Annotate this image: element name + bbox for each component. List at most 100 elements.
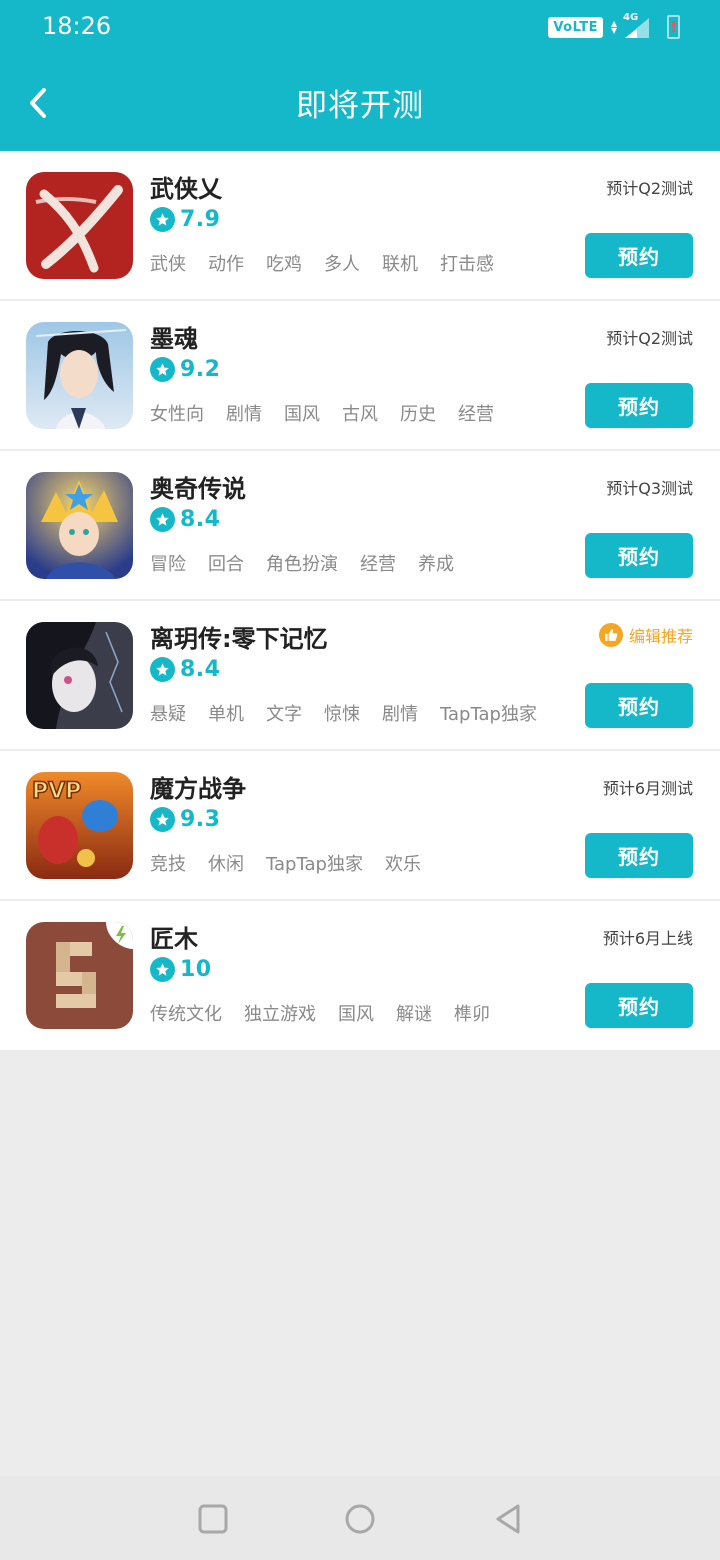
- tag[interactable]: 单机: [208, 700, 244, 726]
- tag-list: 武侠 动作 吃鸡 多人 联机 打击感: [150, 250, 494, 276]
- game-list: 武侠乂 7.9 武侠 动作 吃鸡 多人 联机 打击感 预计Q2测试 预约 墨魂 …: [0, 151, 720, 1050]
- tag[interactable]: 养成: [418, 550, 454, 576]
- triangle-back-icon: [496, 1504, 520, 1534]
- game-name: 奥奇传说: [150, 475, 246, 503]
- thumbs-up-icon: [598, 623, 623, 647]
- tag[interactable]: 古风: [342, 400, 378, 426]
- reserve-button[interactable]: 预约: [585, 533, 693, 578]
- rating-score: 9.3: [180, 807, 221, 832]
- tag[interactable]: 联机: [382, 250, 418, 276]
- tag[interactable]: 剧情: [226, 400, 262, 426]
- game-icon: [26, 322, 133, 429]
- tag-list: 冒险 回合 角色扮演 经营 养成: [150, 550, 454, 576]
- tag[interactable]: 休闲: [208, 850, 244, 876]
- recents-button[interactable]: [196, 1502, 230, 1536]
- star-icon: [150, 957, 175, 982]
- game-name: 墨魂: [150, 325, 198, 353]
- tag[interactable]: 悬疑: [150, 700, 186, 726]
- square-icon: [198, 1504, 228, 1534]
- tag-list: 传统文化 独立游戏 国风 解谜 榫卯: [150, 1000, 490, 1026]
- star-icon: [150, 357, 175, 382]
- list-item[interactable]: 离玥传:零下记忆 8.4 悬疑 单机 文字 惊悚 剧情 TapTap独家 编辑推…: [0, 601, 720, 751]
- rating: 9.2: [150, 357, 220, 382]
- rating-score: 8.4: [180, 507, 221, 532]
- signal-icon: ▴ ▾ 4G: [611, 12, 651, 40]
- tag[interactable]: 惊悚: [324, 700, 360, 726]
- tag[interactable]: 国风: [338, 1000, 374, 1026]
- system-nav-bar: [0, 1476, 720, 1560]
- reserve-button[interactable]: 预约: [585, 383, 693, 428]
- game-name: 离玥传:零下记忆: [150, 625, 328, 653]
- tag[interactable]: 独立游戏: [244, 1000, 316, 1026]
- list-item[interactable]: 匠木 10 传统文化 独立游戏 国风 解谜 榫卯 预计6月上线 预约: [0, 901, 720, 1050]
- reserve-button[interactable]: 预约: [585, 833, 693, 878]
- star-icon: [150, 657, 175, 682]
- tag[interactable]: 动作: [208, 250, 244, 276]
- test-schedule: 预计6月测试: [602, 779, 693, 798]
- tag-list: 女性向 剧情 国风 古风 历史 经营: [150, 400, 494, 426]
- tag[interactable]: 冒险: [150, 550, 186, 576]
- tag[interactable]: 欢乐: [385, 850, 421, 876]
- star-icon: [150, 207, 175, 232]
- star-icon: [150, 807, 175, 832]
- home-button[interactable]: [343, 1502, 377, 1536]
- reserve-button[interactable]: 预约: [585, 233, 693, 278]
- rating-score: 7.9: [180, 207, 221, 232]
- test-schedule: 预计Q3测试: [606, 479, 693, 498]
- game-name: 魔方战争: [150, 775, 246, 803]
- rating: 9.3: [150, 807, 220, 832]
- tag[interactable]: 角色扮演: [266, 550, 338, 576]
- recommend-label: 编辑推荐: [628, 627, 693, 646]
- tag[interactable]: TapTap独家: [266, 850, 363, 876]
- tag[interactable]: 女性向: [150, 400, 204, 426]
- tag[interactable]: 竞技: [150, 850, 186, 876]
- tag[interactable]: 国风: [284, 400, 320, 426]
- rating-score: 8.4: [180, 657, 221, 682]
- tag[interactable]: 文字: [266, 700, 302, 726]
- tag[interactable]: 历史: [400, 400, 436, 426]
- tag[interactable]: 回合: [208, 550, 244, 576]
- rating: 8.4: [150, 657, 220, 682]
- list-item[interactable]: 武侠乂 7.9 武侠 动作 吃鸡 多人 联机 打击感 预计Q2测试 预约: [0, 151, 720, 301]
- tag[interactable]: 武侠: [150, 250, 186, 276]
- game-icon: [26, 622, 133, 729]
- game-icon: PVP: [26, 772, 133, 879]
- test-schedule: 预计Q2测试: [606, 329, 693, 348]
- list-item[interactable]: 墨魂 9.2 女性向 剧情 国风 古风 历史 经营 预计Q2测试 预约: [0, 301, 720, 451]
- battery-warning: !: [670, 18, 677, 36]
- nav-back-button[interactable]: [492, 1502, 526, 1536]
- star-icon: [150, 507, 175, 532]
- page-title: 即将开测: [296, 88, 424, 124]
- tag[interactable]: 传统文化: [150, 1000, 222, 1026]
- list-item[interactable]: PVP 魔方战争 9.3 竞技 休闲 TapTap独家 欢乐 预计6月测试 预约: [0, 751, 720, 901]
- list-item[interactable]: 奥奇传说 8.4 冒险 回合 角色扮演 经营 养成 预计Q3测试 预约: [0, 451, 720, 601]
- tag[interactable]: 解谜: [396, 1000, 432, 1026]
- status-icons: VoLTE ▴ ▾ 4G !: [548, 12, 680, 40]
- game-icon: [26, 472, 133, 579]
- tag[interactable]: 剧情: [382, 700, 418, 726]
- rating-score: 10: [180, 957, 212, 982]
- test-schedule: 预计Q2测试: [606, 179, 693, 198]
- rating-score: 9.2: [180, 357, 221, 382]
- reserve-button[interactable]: 预约: [585, 983, 693, 1028]
- tag[interactable]: 榫卯: [454, 1000, 490, 1026]
- app-header: 18:26 VoLTE ▴ ▾ 4G ! 即将开测: [0, 0, 720, 151]
- test-schedule: 预计6月上线: [602, 929, 693, 948]
- volte-badge: VoLTE: [548, 16, 603, 38]
- tag[interactable]: 经营: [360, 550, 396, 576]
- tag[interactable]: 多人: [324, 250, 360, 276]
- tag[interactable]: 吃鸡: [266, 250, 302, 276]
- reserve-button[interactable]: 预约: [585, 683, 693, 728]
- tag[interactable]: 经营: [458, 400, 494, 426]
- editor-recommend-badge: 编辑推荐: [598, 623, 693, 647]
- rating: 7.9: [150, 207, 220, 232]
- rating: 10: [150, 957, 212, 982]
- rating: 8.4: [150, 507, 220, 532]
- tag[interactable]: 打击感: [440, 250, 494, 276]
- game-icon: [26, 172, 133, 279]
- tag[interactable]: TapTap独家: [440, 700, 537, 726]
- pvp-badge: PVP: [32, 779, 81, 804]
- game-icon: [26, 922, 133, 1029]
- battery-icon: !: [667, 15, 680, 39]
- tag-list: 竞技 休闲 TapTap独家 欢乐: [150, 850, 421, 876]
